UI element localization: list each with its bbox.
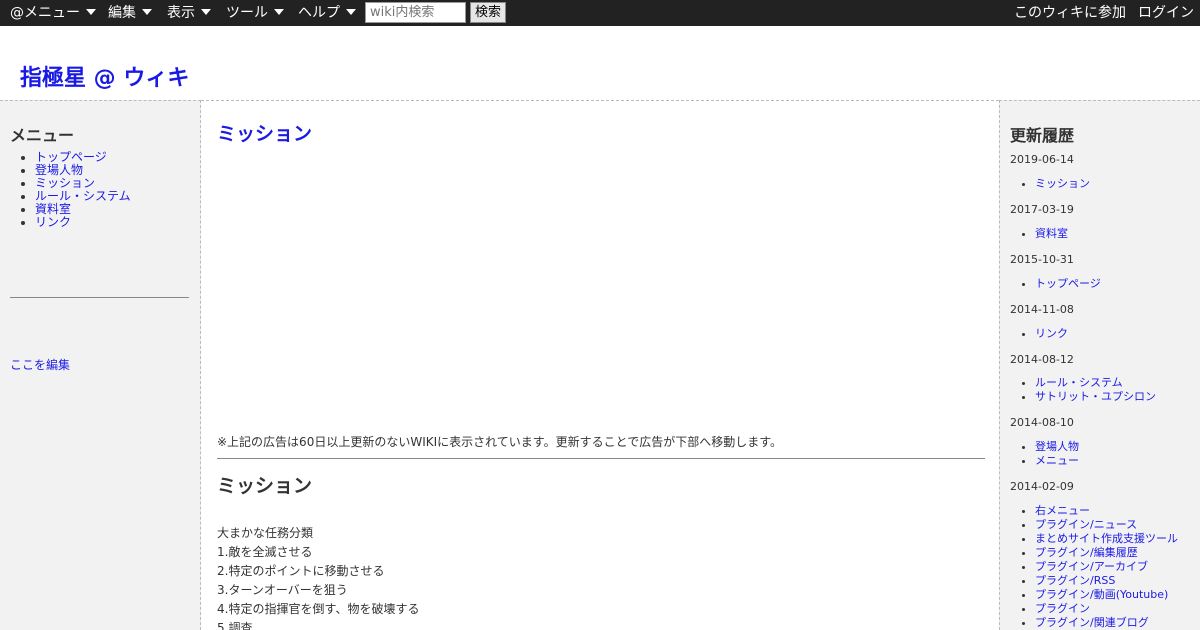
body-text: 大まかな任務分類 1.敵を全滅させる 2.特定のポイントに移動させる 3.ターン… <box>217 524 420 630</box>
menu-atmenu-label: @メニュー <box>10 5 80 21</box>
sidebar-item-characters[interactable]: 登場人物 <box>35 163 83 177</box>
history-date: 2015-10-31 <box>1010 253 1074 266</box>
sidebar-item-links[interactable]: リンク <box>35 215 71 229</box>
history-link[interactable]: メニュー <box>1035 454 1079 467</box>
top-toolbar: @メニュー 編集 表示 ツール ヘルプ 検索 このウィキに参加 ログイン <box>0 0 1200 26</box>
list-item: まとめサイト作成支援ツール <box>1035 532 1178 546</box>
history-link[interactable]: サトリット・ユプシロン <box>1035 390 1156 403</box>
text-line: 1.敵を全滅させる <box>217 545 313 559</box>
history-date: 2014-08-10 <box>1010 416 1074 429</box>
left-sidebar: メニュー トップページ 登場人物 ミッション ルール・システム 資料室 リンク … <box>0 100 201 630</box>
history-list: 右メニュー プラグイン/ニュース まとめサイト作成支援ツール プラグイン/編集履… <box>1035 504 1178 630</box>
text-line: 3.ターンオーバーを狙う <box>217 583 348 597</box>
site-title[interactable]: 指極星 @ ウィキ <box>20 60 189 92</box>
history-link[interactable]: 右メニュー <box>1035 504 1090 517</box>
ad-placeholder <box>217 151 985 426</box>
history-link[interactable]: プラグイン/ニュース <box>1035 518 1137 531</box>
list-item: プラグイン/RSS <box>1035 574 1178 588</box>
history-date: 2014-08-12 <box>1010 353 1074 366</box>
divider <box>217 458 985 459</box>
history-link[interactable]: リンク <box>1035 327 1068 340</box>
history-link[interactable]: プラグイン/動画(Youtube) <box>1035 588 1168 601</box>
list-item: メニュー <box>1035 454 1079 468</box>
menu-help-label: ヘルプ <box>298 5 340 21</box>
menu-help[interactable]: ヘルプ <box>298 4 356 22</box>
list-item: プラグイン/アーカイブ <box>1035 560 1178 574</box>
left-menu-list: トップページ 登場人物 ミッション ルール・システム 資料室 リンク <box>35 151 131 229</box>
history-date: 2019-06-14 <box>1010 153 1074 166</box>
section-heading: ミッション <box>217 475 313 497</box>
menu-edit[interactable]: 編集 <box>108 4 152 22</box>
history-link[interactable]: プラグイン/アーカイブ <box>1035 560 1148 573</box>
history-link[interactable]: 登場人物 <box>1035 440 1079 453</box>
edit-here-link[interactable]: ここを編集 <box>10 356 70 373</box>
history-list: ルール・システム サトリット・ユプシロン <box>1035 376 1156 404</box>
right-sidebar: 更新履歴 2019-06-14 ミッション 2017-03-19 資料室 201… <box>999 100 1200 630</box>
history-link[interactable]: プラグイン <box>1035 602 1090 615</box>
menu-view[interactable]: 表示 <box>167 4 211 22</box>
menu-tools[interactable]: ツール <box>226 4 284 22</box>
text-line: 2.特定のポイントに移動させる <box>217 564 385 578</box>
menu-view-label: 表示 <box>167 5 195 21</box>
history-link[interactable]: プラグイン/RSS <box>1035 574 1115 587</box>
history-link[interactable]: トップページ <box>1035 277 1101 290</box>
caret-down-icon <box>201 9 211 15</box>
menu-heading: メニュー <box>10 126 75 145</box>
list-item: プラグイン/編集履歴 <box>1035 546 1178 560</box>
caret-down-icon <box>346 9 356 15</box>
search-input[interactable] <box>365 2 466 23</box>
history-list: トップページ <box>1035 277 1101 291</box>
history-list: ミッション <box>1035 177 1090 191</box>
history-date: 2017-03-19 <box>1010 203 1074 216</box>
list-item: リンク <box>35 216 131 229</box>
text-line: 4.特定の指揮官を倒す、物を破壊する <box>217 602 420 616</box>
history-list: リンク <box>1035 327 1068 341</box>
history-date: 2014-11-08 <box>1010 303 1074 316</box>
list-item: 資料室 <box>1035 227 1068 241</box>
list-item: 右メニュー <box>1035 504 1178 518</box>
sidebar-item-archive[interactable]: 資料室 <box>35 202 71 216</box>
history-link[interactable]: まとめサイト作成支援ツール <box>1035 532 1178 545</box>
list-item: 登場人物 <box>1035 440 1079 454</box>
history-heading: 更新履歴 <box>1010 126 1075 145</box>
caret-down-icon <box>142 9 152 15</box>
list-item: リンク <box>1035 327 1068 341</box>
list-item: ミッション <box>1035 177 1090 191</box>
history-link[interactable]: プラグイン/編集履歴 <box>1035 546 1138 559</box>
list-item: トップページ <box>1035 277 1101 291</box>
page-title[interactable]: ミッション <box>217 119 312 146</box>
ad-notice: ※上記の広告は60日以上更新のないWIKIに表示されています。更新することで広告… <box>217 435 783 449</box>
caret-down-icon <box>274 9 284 15</box>
text-line: 5.調査 <box>217 621 253 630</box>
search-button[interactable]: 検索 <box>470 2 506 23</box>
text-line: 大まかな任務分類 <box>217 526 314 540</box>
history-link[interactable]: ミッション <box>1035 177 1090 190</box>
menu-edit-label: 編集 <box>108 5 136 21</box>
list-item: プラグイン <box>1035 602 1178 616</box>
history-link[interactable]: 資料室 <box>1035 227 1068 240</box>
history-link[interactable]: プラグイン/関連ブログ <box>1035 616 1149 629</box>
list-item: ルール・システム <box>1035 376 1156 390</box>
history-list: 登場人物 メニュー <box>1035 440 1079 468</box>
sidebar-item-top-page[interactable]: トップページ <box>35 150 107 164</box>
history-list: 資料室 <box>1035 227 1068 241</box>
list-item: サトリット・ユプシロン <box>1035 390 1156 404</box>
history-date: 2014-02-09 <box>1010 480 1074 493</box>
menu-tools-label: ツール <box>226 5 268 21</box>
divider <box>10 297 189 298</box>
list-item: プラグイン/動画(Youtube) <box>1035 588 1178 602</box>
history-link[interactable]: ルール・システム <box>1035 376 1123 389</box>
list-item: プラグイン/ニュース <box>1035 518 1178 532</box>
menu-atmenu[interactable]: @メニュー <box>10 4 96 22</box>
list-item: プラグイン/関連ブログ <box>1035 616 1178 630</box>
join-wiki-link[interactable]: このウィキに参加 <box>1014 4 1126 22</box>
sidebar-item-mission[interactable]: ミッション <box>35 176 95 190</box>
login-link[interactable]: ログイン <box>1138 4 1194 22</box>
main-content: ミッション ※上記の広告は60日以上更新のないWIKIに表示されています。更新す… <box>201 100 999 630</box>
sidebar-item-rules[interactable]: ルール・システム <box>35 189 131 203</box>
caret-down-icon <box>86 9 96 15</box>
